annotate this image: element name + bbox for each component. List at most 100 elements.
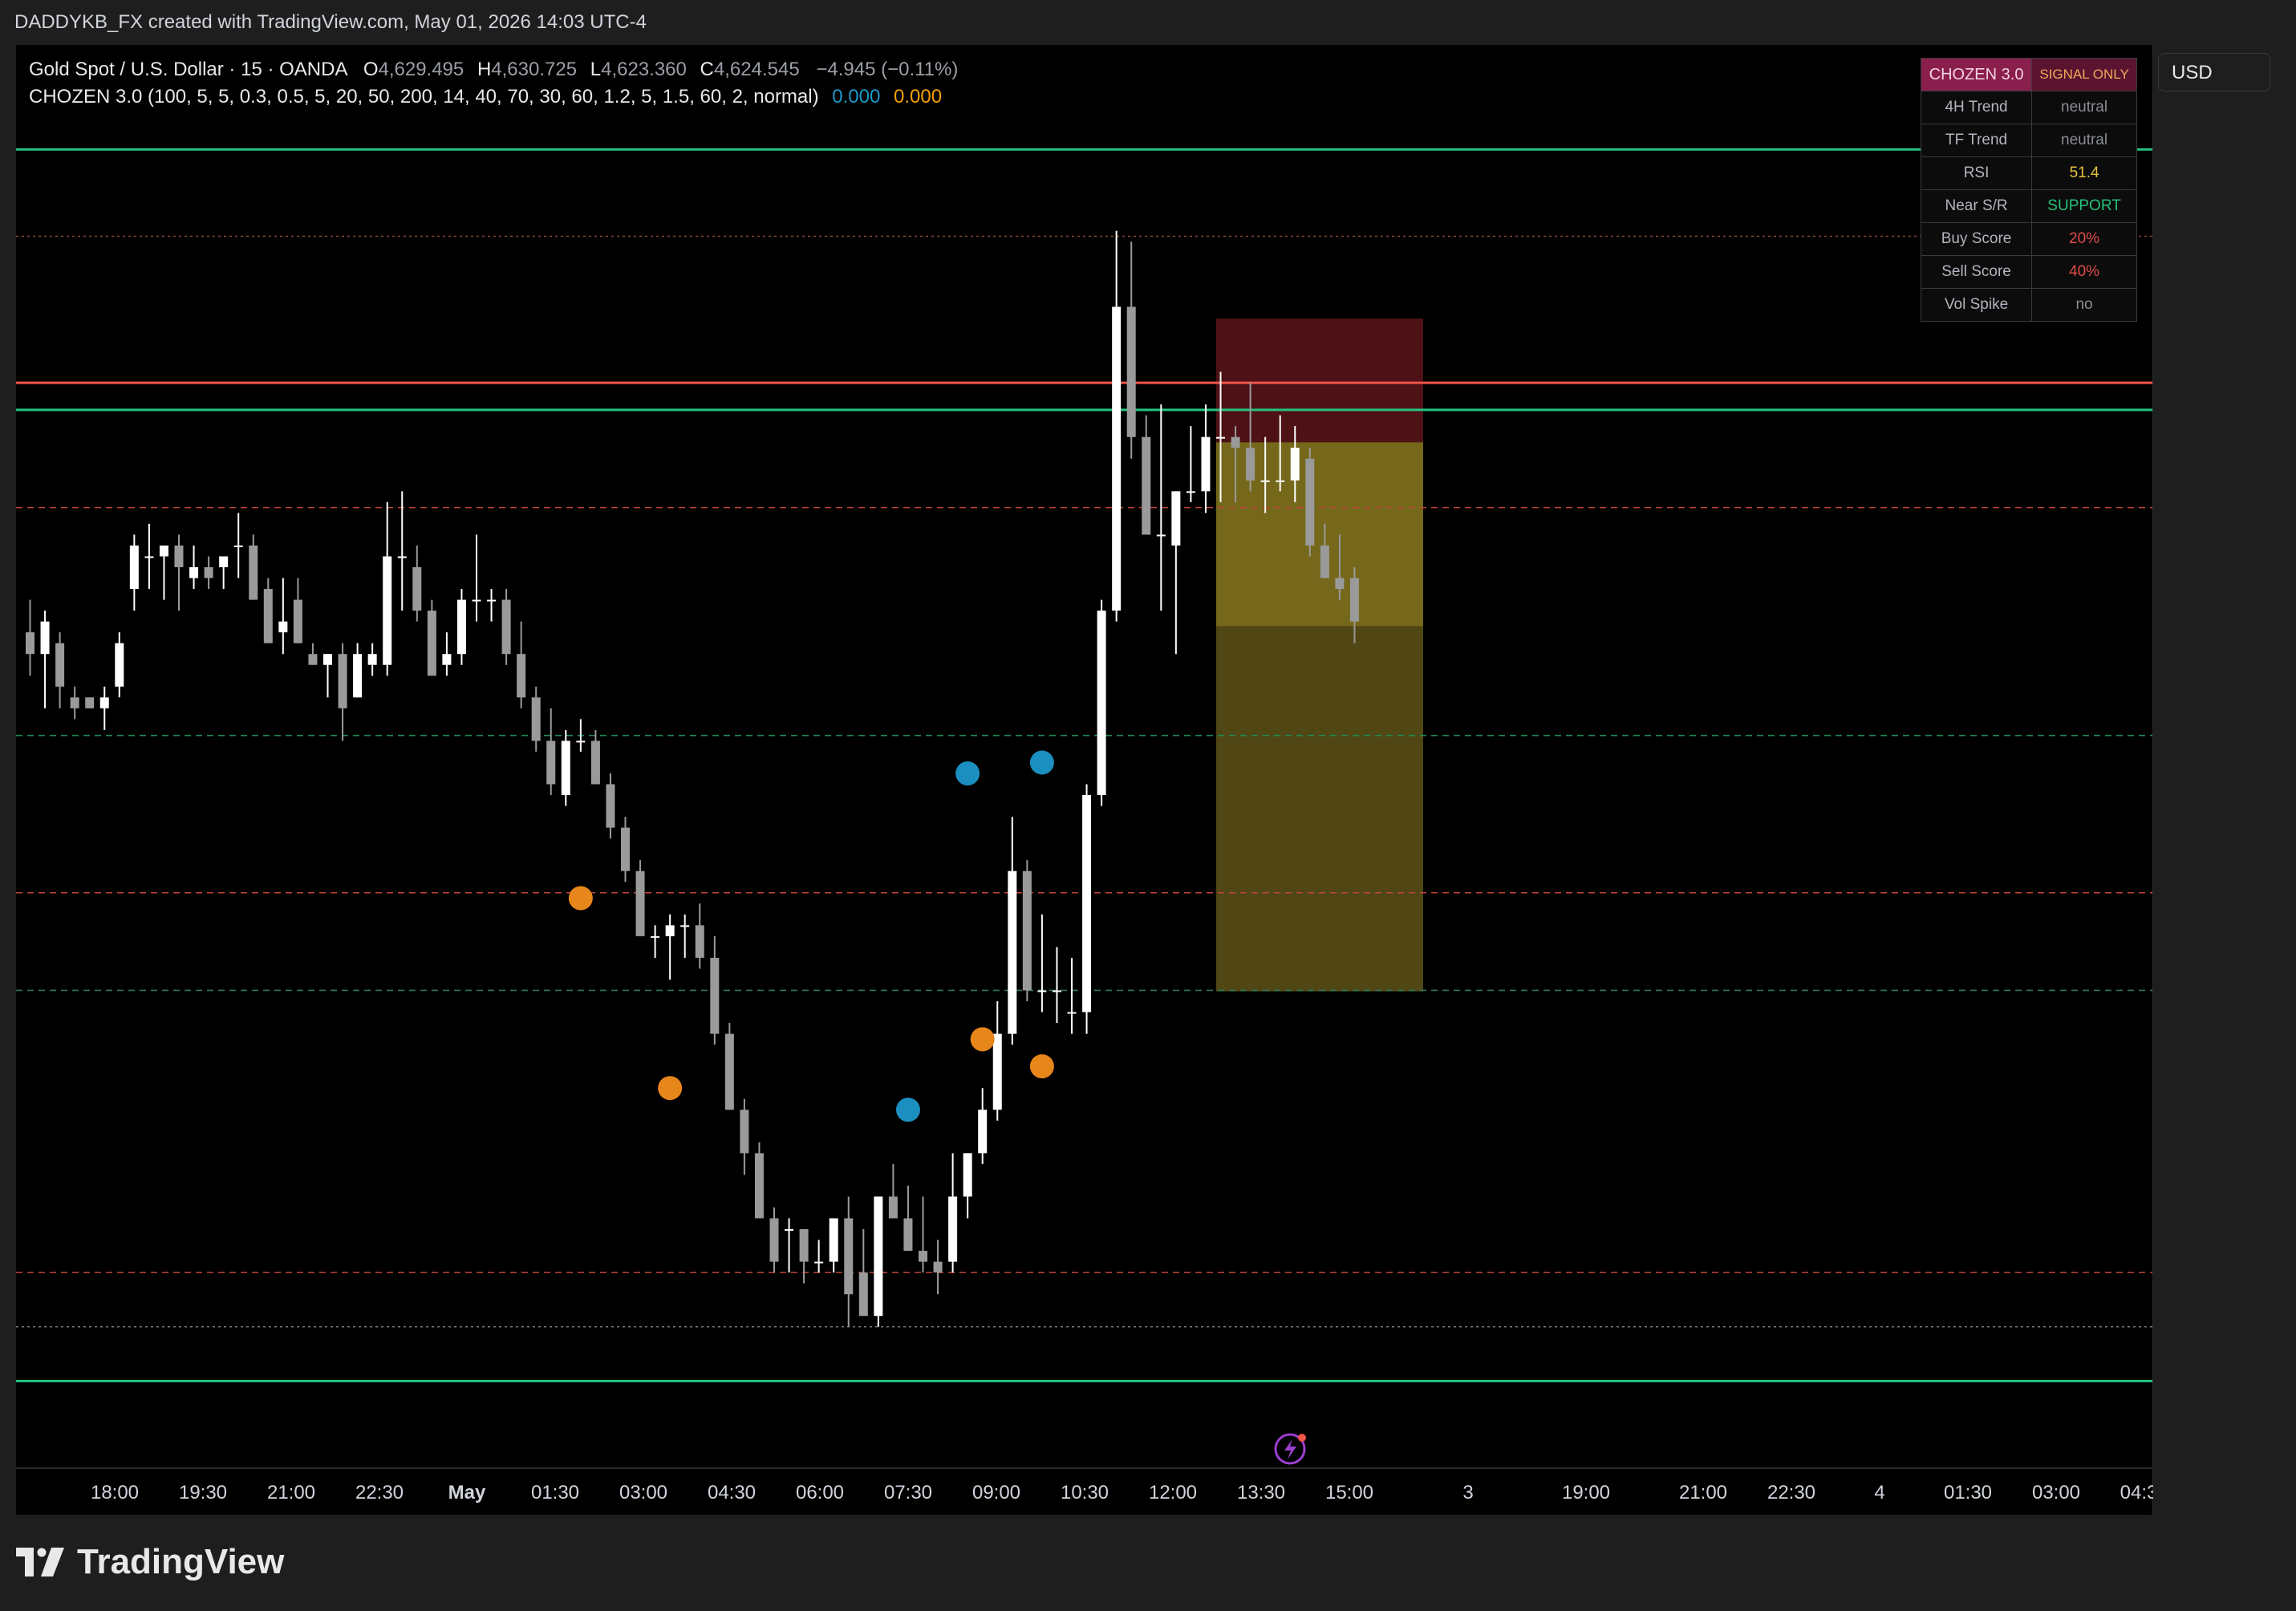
time-tick-label: 07:30: [884, 1482, 932, 1503]
time-tick-label: 10:30: [1061, 1482, 1109, 1503]
candle: [249, 534, 258, 600]
indicator-row: CHOZEN 3.0 (100, 5, 5, 0.3, 0.5, 5, 20, …: [29, 83, 958, 111]
candle-body: [517, 654, 526, 698]
signal-row: Buy Score 20%: [1920, 222, 2137, 256]
candle-body: [40, 621, 50, 655]
signal-row-label: TF Trend: [1920, 124, 2033, 157]
candle-body: [85, 697, 95, 708]
candle-body: [978, 1110, 988, 1154]
candle: [383, 501, 392, 676]
candle: [769, 1207, 779, 1273]
candle-body: [933, 1261, 943, 1273]
candle: [427, 599, 436, 676]
candle: [858, 1229, 868, 1317]
candle: [903, 1185, 913, 1252]
stop-loss-zone: [1216, 319, 1423, 443]
candle: [1097, 599, 1106, 806]
candle: [40, 611, 50, 708]
time-tick-label: 21:00: [1679, 1482, 1727, 1503]
candle: [740, 1098, 749, 1175]
change-value: −4.945 (−0.11%): [816, 59, 959, 80]
tradingview-logo-icon: [16, 1548, 64, 1577]
signal-dot-blue: [895, 1098, 920, 1122]
signal-row-value: neutral: [2031, 124, 2137, 157]
candle: [263, 578, 273, 643]
signal-row: TF Trend neutral: [1920, 124, 2137, 157]
candle-body: [919, 1251, 927, 1262]
candle-body: [621, 827, 630, 871]
candle: [174, 534, 184, 611]
candle-body: [412, 567, 422, 611]
low-value: 4,623.360: [601, 59, 687, 80]
time-tick-label: 19:00: [1562, 1482, 1610, 1503]
time-tick-label: 15:00: [1325, 1482, 1373, 1503]
candle-body: [174, 545, 184, 567]
candle-body: [323, 654, 332, 665]
candle: [651, 925, 660, 958]
candle-body: [814, 1261, 824, 1264]
signal-row-value: 20%: [2031, 222, 2137, 256]
signal-row-label: Buy Score: [1920, 222, 2033, 256]
candle-body: [1216, 436, 1225, 439]
candle: [501, 589, 511, 665]
candle: [278, 578, 288, 655]
signal-row-label: Sell Score: [1920, 255, 2033, 289]
signal-table: CHOZEN 3.0 SIGNAL ONLY 4H Trend neutral TF…: [1920, 58, 2137, 322]
candle: [606, 773, 615, 839]
candle: [99, 686, 109, 730]
time-tick-label: 21:00: [267, 1482, 315, 1503]
brand-name: TradingView: [77, 1542, 285, 1581]
time-tick-label: 03:00: [2032, 1482, 2080, 1503]
candle: [308, 643, 318, 665]
candle-body: [1067, 1012, 1077, 1014]
indicator-title[interactable]: CHOZEN 3.0 (100, 5, 5, 0.3, 0.5, 5, 20, …: [29, 86, 819, 108]
candle-body: [1022, 870, 1032, 991]
price-chart[interactable]: 4,550.0004,555.0004,560.0004,565.0004,57…: [16, 45, 2153, 1515]
candle: [1126, 241, 1136, 459]
currency-button[interactable]: USD: [2158, 53, 2270, 91]
candle: [204, 556, 213, 590]
candle-body: [129, 545, 139, 590]
alert-icon[interactable]: [1274, 1433, 1306, 1465]
candle-body: [115, 643, 124, 687]
candle-body: [1037, 990, 1047, 992]
candle-body: [293, 599, 302, 643]
signal-row-value: neutral: [2031, 91, 2137, 124]
candle: [397, 491, 407, 611]
candle: [26, 599, 34, 676]
candle: [531, 686, 541, 752]
high-value: 4,630.725: [491, 59, 578, 80]
candle: [233, 513, 243, 578]
candle: [1008, 817, 1017, 1045]
time-tick-label: 01:30: [531, 1482, 579, 1503]
signal-table-header: CHOZEN 3.0 SIGNAL ONLY: [1920, 58, 2137, 91]
candle: [159, 545, 168, 600]
tradingview-logo: TradingView: [16, 1542, 284, 1582]
candle-body: [590, 741, 600, 785]
candle: [1171, 491, 1181, 655]
close-value: 4,624.545: [713, 59, 800, 80]
candle-body: [665, 925, 675, 936]
signal-row-label: 4H Trend: [1920, 91, 2033, 124]
candle: [219, 556, 229, 590]
chart-frame[interactable]: 4,550.0004,555.0004,560.0004,565.0004,57…: [16, 45, 2153, 1515]
candle-body: [442, 654, 452, 665]
candle: [1201, 404, 1211, 513]
candle: [487, 589, 497, 622]
candle: [680, 914, 690, 958]
candle: [144, 523, 154, 590]
candle-body: [383, 556, 392, 665]
candle-body: [1290, 448, 1300, 481]
candle-body: [1156, 534, 1166, 537]
time-tick-label: May: [448, 1482, 486, 1503]
candle: [412, 545, 422, 622]
candle: [874, 1196, 883, 1327]
candle: [710, 935, 720, 1045]
symbol-title[interactable]: Gold Spot / U.S. Dollar · 15 · OANDA: [29, 59, 347, 80]
signal-row-label: RSI: [1920, 156, 2033, 190]
chart-legend: Gold Spot / U.S. Dollar · 15 · OANDA O4,…: [29, 56, 958, 111]
candle: [992, 1001, 1002, 1121]
candle: [1186, 426, 1195, 502]
candle-body: [963, 1153, 972, 1197]
candle: [1082, 784, 1092, 1034]
